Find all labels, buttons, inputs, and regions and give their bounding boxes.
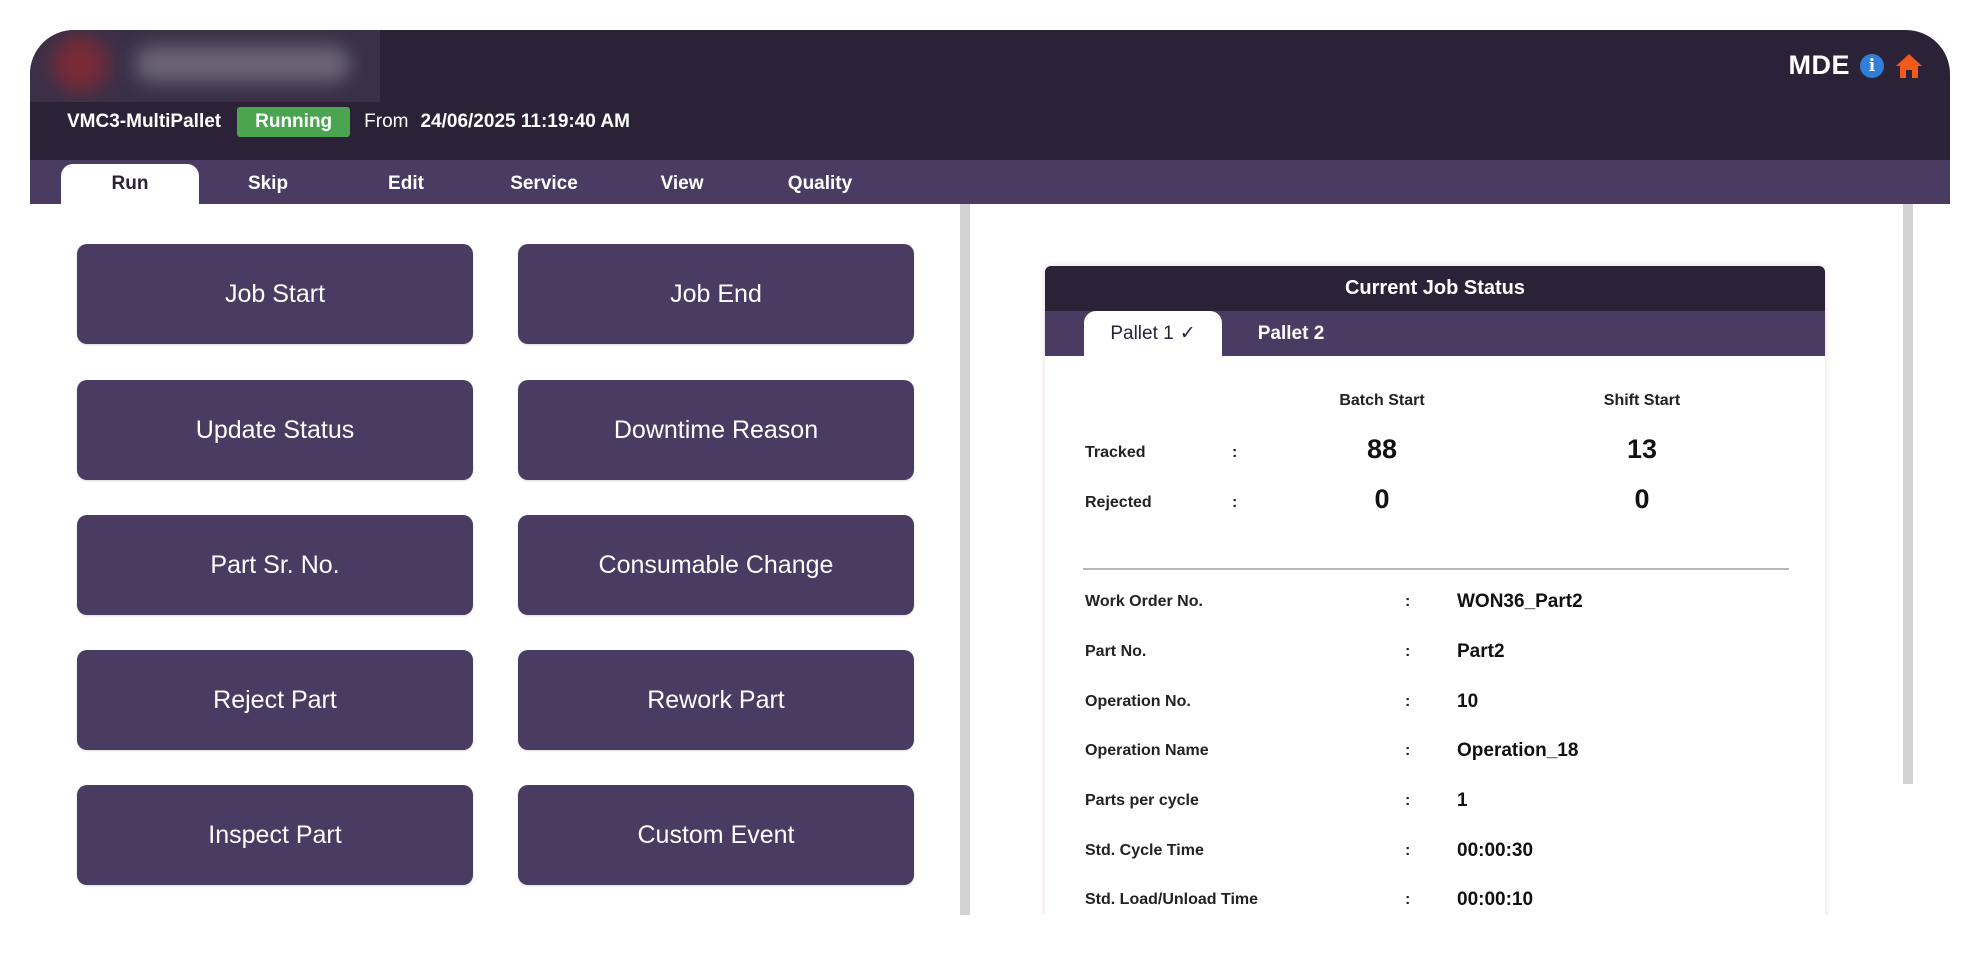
custom-event-button[interactable]: Custom Event bbox=[518, 785, 914, 885]
detail-label: Std. Cycle Time bbox=[1085, 842, 1204, 859]
detail-colon: : bbox=[1405, 643, 1411, 660]
detail-label: Parts per cycle bbox=[1085, 792, 1199, 809]
detail-colon: : bbox=[1405, 842, 1411, 859]
detail-value: 10 bbox=[1457, 691, 1479, 712]
reject-part-button[interactable]: Reject Part bbox=[77, 650, 473, 750]
tracked-colon: : bbox=[1232, 444, 1238, 461]
detail-value: Operation_18 bbox=[1457, 740, 1579, 761]
status-badge: Running bbox=[237, 107, 351, 137]
rejected-batch-value: 0 bbox=[1374, 484, 1390, 514]
brand-area: MDE i bbox=[1789, 50, 1925, 81]
tracked-batch-value: 88 bbox=[1366, 434, 1398, 464]
downtime-reason-button[interactable]: Downtime Reason bbox=[518, 380, 914, 480]
section-divider bbox=[1083, 568, 1789, 570]
detail-value: 00:00:30 bbox=[1457, 840, 1534, 861]
scrollbar[interactable] bbox=[1903, 204, 1913, 784]
home-icon[interactable] bbox=[1894, 52, 1924, 80]
detail-value: Part2 bbox=[1457, 641, 1505, 662]
inspect-part-button[interactable]: Inspect Part bbox=[77, 785, 473, 885]
tab-service[interactable]: Service bbox=[475, 164, 613, 204]
part-sr-no-button[interactable]: Part Sr. No. bbox=[77, 515, 473, 615]
current-job-status-card: Current Job Status Pallet 1 ✓ Pallet 2 B… bbox=[1045, 266, 1825, 915]
info-icon[interactable]: i bbox=[1860, 53, 1884, 78]
column-batch-start: Batch Start bbox=[1339, 392, 1425, 409]
check-icon: ✓ bbox=[1179, 323, 1196, 344]
machine-info: VMC3-MultiPallet Running From 24/06/2025… bbox=[67, 106, 630, 138]
job-start-button[interactable]: Job Start bbox=[77, 244, 473, 344]
pallet-tabs: Pallet 1 ✓ Pallet 2 bbox=[1045, 311, 1825, 356]
company-logo bbox=[30, 30, 380, 102]
rejected-shift-value: 0 bbox=[1634, 484, 1650, 514]
tab-pallet-1[interactable]: Pallet 1 ✓ bbox=[1084, 311, 1222, 356]
header: MDE i VMC3-MultiPallet Running From 24/0… bbox=[30, 30, 1950, 160]
detail-label: Std. Load/Unload Time bbox=[1085, 891, 1259, 908]
detail-colon: : bbox=[1405, 742, 1411, 759]
action-panel: Job Start Job End Update Status Downtime… bbox=[30, 204, 960, 915]
tab-edit[interactable]: Edit bbox=[337, 164, 475, 204]
from-datetime: 24/06/2025 11:19:40 AM bbox=[420, 111, 630, 132]
rejected-colon: : bbox=[1232, 494, 1238, 511]
detail-colon: : bbox=[1405, 593, 1411, 610]
from-label: From bbox=[364, 111, 409, 132]
card-title: Current Job Status bbox=[1045, 266, 1825, 311]
machine-name: VMC3-MultiPallet bbox=[67, 111, 222, 132]
detail-label: Operation Name bbox=[1085, 742, 1209, 759]
rework-part-button[interactable]: Rework Part bbox=[518, 650, 914, 750]
brand-title: MDE bbox=[1788, 50, 1850, 80]
rejected-label: Rejected bbox=[1085, 494, 1152, 511]
consumable-change-button[interactable]: Consumable Change bbox=[518, 515, 914, 615]
detail-label: Work Order No. bbox=[1085, 593, 1203, 610]
detail-label: Part No. bbox=[1085, 643, 1147, 660]
panel-divider[interactable] bbox=[960, 204, 970, 915]
detail-colon: : bbox=[1405, 891, 1411, 908]
tracked-label: Tracked bbox=[1085, 444, 1146, 461]
tab-pallet-2[interactable]: Pallet 2 bbox=[1222, 311, 1360, 356]
tab-quality[interactable]: Quality bbox=[751, 164, 889, 204]
tab-view[interactable]: View bbox=[613, 164, 751, 204]
detail-colon: : bbox=[1405, 693, 1411, 710]
detail-label: Operation No. bbox=[1085, 693, 1191, 710]
tab-skip[interactable]: Skip bbox=[199, 164, 337, 204]
update-status-button[interactable]: Update Status bbox=[77, 380, 473, 480]
tab-run[interactable]: Run bbox=[61, 164, 199, 204]
column-shift-start: Shift Start bbox=[1603, 392, 1681, 409]
detail-value: WON36_Part2 bbox=[1457, 591, 1583, 612]
pallet-1-label: Pallet 1 bbox=[1110, 322, 1174, 344]
main-tabbar: Run Skip Edit Service View Quality bbox=[30, 160, 1950, 204]
job-end-button[interactable]: Job End bbox=[518, 244, 914, 344]
tracked-shift-value: 13 bbox=[1626, 434, 1658, 464]
detail-value: 00:00:10 bbox=[1457, 889, 1534, 910]
detail-value: 1 bbox=[1457, 790, 1468, 811]
app-window: MDE i VMC3-MultiPallet Running From 24/0… bbox=[30, 30, 1950, 915]
detail-colon: : bbox=[1405, 792, 1411, 809]
